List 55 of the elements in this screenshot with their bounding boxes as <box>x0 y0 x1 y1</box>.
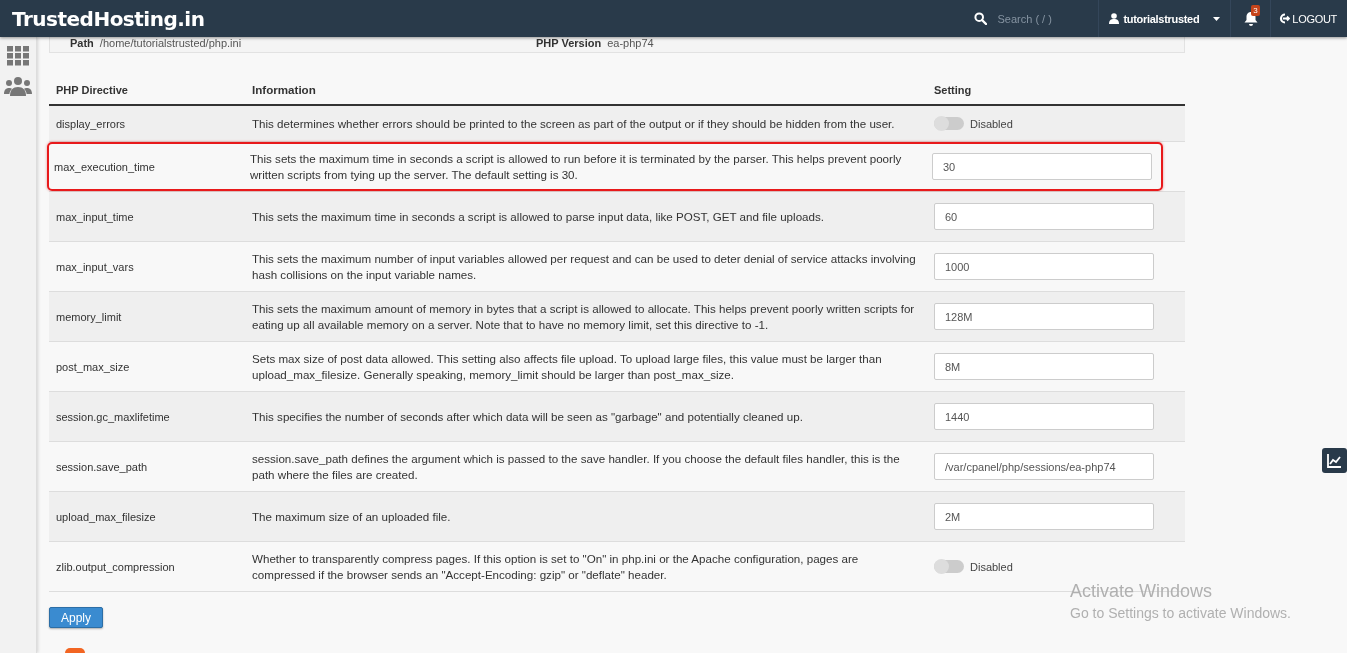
directive-name: display_errors <box>55 117 127 130</box>
directive-info: This sets the maximum amount of memory in bytes that a script is allowed to allocate. This helps prevent poorly written scripts for eating up all available memory on a server. Note that to have no memory limit, set this directive to -1. <box>252 300 916 333</box>
toggle-switch[interactable] <box>934 560 964 574</box>
directive-name: session.save_path <box>55 460 149 473</box>
setting-field[interactable]: 30 <box>932 153 1152 181</box>
directive-name: upload_max_filesize <box>55 510 157 523</box>
setting-field[interactable]: 1440 <box>934 403 1154 431</box>
chart-icon[interactable] <box>1322 448 1347 473</box>
directive-info: Sets max size of post data allowed. This setting also affects file upload. To upload large files, this value must be larger than upload_max_filesize. Generally speaking, memory_limit should be larger than post_max_size. <box>252 350 883 383</box>
logo-fragment <box>65 648 85 653</box>
setting-field[interactable]: 60 <box>934 203 1154 231</box>
setting-field[interactable]: /var/cpanel/php/sessions/ea-php74 <box>934 453 1154 481</box>
directive-name: max_input_vars <box>55 260 135 273</box>
toggle-label: Disabled <box>970 117 1013 130</box>
setting-field[interactable]: 8M <box>934 353 1154 381</box>
directive-info: Whether to transparently compress pages. If this option is set to "On" in php.ini or the Apache configuration, pages are compressed if the browser sends an "Accept-Encoding: gzip" or "deflate" header. <box>252 550 860 583</box>
toggle-label: Disabled <box>970 560 1013 573</box>
path-value: /home/tutorialstrusted/php.ini <box>99 37 242 49</box>
logout-icon <box>1279 13 1291 24</box>
directive-info: This determines whether errors should be printed to the screen as part of the output or if they should be hidden from the user. <box>252 115 896 132</box>
directive-name: session.gc_maxlifetime <box>55 410 171 423</box>
directive-info: This sets the maximum time in seconds a script is allowed to run before it is terminated by the parser. This helps prevent poorly written scripts from tying up the server. The default setting is 30. <box>250 150 903 183</box>
logout-button[interactable]: LOGOUT <box>1271 0 1347 37</box>
directive-info: This sets the maximum time in seconds a script is allowed to parse input data, like POST, GET and file uploads. <box>252 208 825 225</box>
directive-name: max_execution_time <box>53 160 156 173</box>
directive-name: zlib.output_compression <box>55 560 176 573</box>
directive-info: This specifies the number of seconds after which data will be seen as "garbage" and potentially cleaned up. <box>252 408 804 425</box>
version-value: ea-php74 <box>607 37 654 49</box>
directive-info: session.save_path defines the argument which is passed to the save handler. If you choose the default files handler, this is the path where the files are created. <box>252 450 901 483</box>
search-field[interactable]: Search ( / ) <box>995 11 1090 26</box>
activation-title: Activate Windows <box>1070 581 1214 602</box>
setting-field[interactable]: 1000 <box>934 253 1154 281</box>
directive-info: This sets the maximum number of input variables allowed per request and can be used to deter denial of service attacks involving hash collisions on the input variable names. <box>252 250 917 283</box>
search-icon <box>974 12 988 25</box>
directive-name: max_input_time <box>55 210 135 223</box>
toggle-switch[interactable] <box>934 117 964 131</box>
setting-field[interactable]: 2M <box>934 503 1154 531</box>
column-header: Setting <box>934 83 973 96</box>
column-header: Information <box>252 81 317 98</box>
bell-icon[interactable] <box>1243 11 1258 26</box>
apply-button[interactable]: Apply <box>49 607 104 629</box>
column-header: PHP Directive <box>55 83 129 96</box>
directive-name: memory_limit <box>55 310 123 323</box>
activation-message: Go to Settings to activate Windows. <box>1070 605 1291 621</box>
path-label: Path <box>70 37 94 49</box>
user-icon <box>1109 13 1120 24</box>
version-label: PHP Version <box>536 37 602 49</box>
notification-count: 3 <box>1251 5 1260 16</box>
brand-logo[interactable]: TrustedHosting.in <box>0 6 205 31</box>
users-icon[interactable] <box>4 76 32 96</box>
directive-name: post_max_size <box>55 360 131 373</box>
directive-info: The maximum size of an uploaded file. <box>252 508 452 525</box>
caret-icon <box>1213 16 1221 21</box>
grid-icon[interactable] <box>7 46 29 66</box>
setting-field[interactable]: 128M <box>934 303 1154 331</box>
